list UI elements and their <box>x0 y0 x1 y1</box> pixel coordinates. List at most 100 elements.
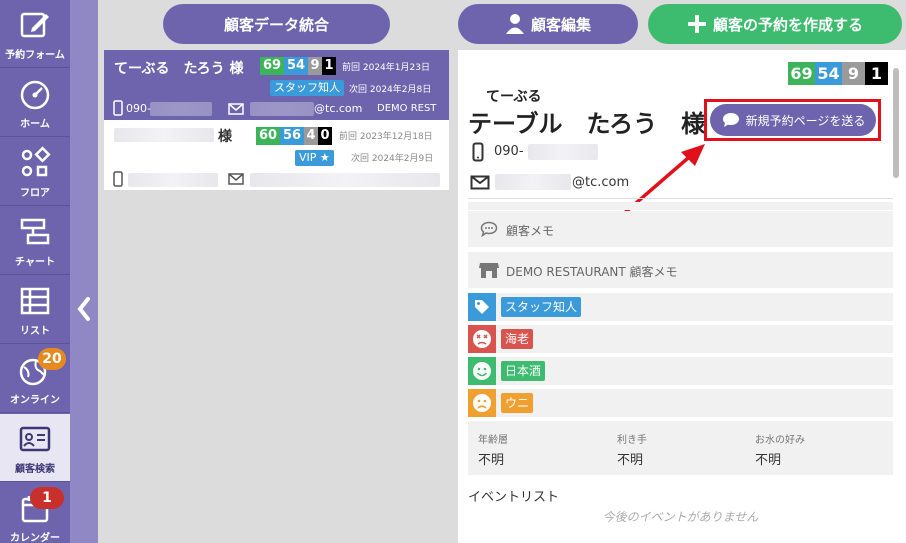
list-item[interactable]: 様 60 56 4 0 前回 2023年12月18日 VIP ★ 次回 2024… <box>104 120 449 190</box>
tag-icon <box>468 293 496 321</box>
send-button-label: 新規予約ページを送る <box>745 113 866 128</box>
stat-visits: 69 <box>260 57 284 75</box>
sidebar-item-floor[interactable]: フロア <box>0 138 70 206</box>
tag-chip-sake[interactable]: 日本酒 <box>501 361 546 381</box>
stat-cancel: 9 <box>842 62 865 85</box>
sidebar-item-label: カレンダー <box>10 533 60 543</box>
customer-list: てーぶる たろう 様 69 54 9 1 前回 2024年1月23日 スタッフ知… <box>104 50 449 190</box>
customer-memo-row[interactable]: 顧客メモ <box>468 211 893 247</box>
detail-scrollbar[interactable] <box>893 68 899 178</box>
customer-name: てーぶる たろう 様 <box>114 61 244 77</box>
smile-face-icon <box>468 357 496 385</box>
create-reservation-button[interactable]: 顧客の予約を作成する <box>648 4 902 44</box>
phone-icon <box>472 142 484 162</box>
age-group-value: 不明 <box>478 453 505 468</box>
list-item[interactable]: てーぶる たろう 様 69 54 9 1 前回 2024年1月23日 スタッフ知… <box>104 50 449 120</box>
divider-band <box>468 202 893 210</box>
email-redacted <box>250 173 440 187</box>
stat-noshow: 0 <box>318 127 332 145</box>
visit-stats: 69 54 9 1 <box>260 57 336 75</box>
restaurant-name: DEMO REST <box>377 103 437 114</box>
sidebar: 予約フォーム ホーム フロア チャート リスト 20 オンライン 顧客検索 1 … <box>0 0 70 543</box>
sidebar-item-label: オンライン <box>10 395 60 406</box>
merge-customer-button[interactable]: 顧客データ統合 <box>163 4 390 44</box>
dashboard-icon <box>20 80 50 110</box>
restaurant-memo-row[interactable]: DEMO RESTAURANT 顧客メモ <box>468 252 893 288</box>
sad-face-icon <box>468 389 496 417</box>
customer-full-name: テーブル たろう 様 <box>468 110 706 138</box>
email-redacted <box>495 174 571 190</box>
sidebar-item-reservation-form[interactable]: 予約フォーム <box>0 0 70 68</box>
stat-cancel: 4 <box>304 127 318 145</box>
tag-chip-uni[interactable]: ウニ <box>501 393 534 413</box>
next-visit: 次回 2024年2月9日 <box>351 154 434 164</box>
sidebar-item-label: フロア <box>20 188 50 199</box>
name-redacted <box>114 128 214 142</box>
sidebar-item-label: リスト <box>20 326 50 337</box>
phone-redacted <box>528 144 598 160</box>
stat-arrived: 56 <box>280 127 304 145</box>
customer-email: @tc.com <box>314 102 363 115</box>
customer-phone: 090- <box>126 102 151 115</box>
store-icon <box>479 263 499 278</box>
customer-memo-label: 顧客メモ <box>506 224 555 238</box>
chart-icon <box>20 218 50 245</box>
water-preference-label: お水の好み <box>755 435 805 446</box>
list-icon <box>20 287 50 315</box>
visit-stats: 60 56 4 0 <box>256 127 332 145</box>
create-reservation-label: 顧客の予約を作成する <box>712 15 863 34</box>
mail-icon <box>228 103 244 115</box>
stat-arrived: 54 <box>815 62 842 85</box>
send-new-reservation-page-button[interactable]: 新規予約ページを送る <box>710 104 876 136</box>
stat-arrived: 54 <box>284 57 308 75</box>
stat-cancel: 9 <box>308 57 322 75</box>
customer-name: 様 <box>218 129 232 145</box>
tag-chip-staff[interactable]: スタッフ知人 <box>501 297 582 317</box>
sidebar-item-online[interactable]: 20 オンライン <box>0 345 70 413</box>
sidebar-item-chart[interactable]: チャート <box>0 207 70 275</box>
dominant-hand-value: 不明 <box>617 453 644 468</box>
customer-attributes: 年齢層 不明 利き手 不明 お水の好み 不明 <box>468 421 893 475</box>
vip-tag: VIP ★ <box>295 150 334 166</box>
water-preference-value: 不明 <box>755 453 782 468</box>
next-visit: 次回 2024年2月8日 <box>349 85 432 95</box>
mail-icon <box>228 173 244 185</box>
sidebar-item-label: チャート <box>15 257 55 268</box>
calendar-badge: 1 <box>30 487 64 509</box>
detail-email: @tc.com <box>572 175 630 190</box>
sidebar-item-customer-search[interactable]: 顧客検索 <box>0 414 70 482</box>
stat-noshow: 1 <box>865 62 888 85</box>
mail-icon <box>470 175 490 190</box>
chat-bubble-icon <box>480 221 498 237</box>
floor-icon <box>21 146 51 177</box>
merge-customer-label: 顧客データ統合 <box>223 15 329 34</box>
chevron-left-icon <box>77 297 90 321</box>
edit-customer-label: 顧客編集 <box>530 15 591 34</box>
staff-tag: スタッフ知人 <box>270 80 344 96</box>
detail-phone: 090- <box>494 144 524 159</box>
phone-redacted <box>150 102 212 116</box>
chat-bubble-icon <box>722 113 739 127</box>
sidebar-collapse-bar[interactable] <box>70 0 98 543</box>
divider <box>468 198 893 199</box>
edit-customer-button[interactable]: 顧客編集 <box>458 4 638 44</box>
customer-furigana: てーぶる <box>486 89 542 105</box>
phone-icon <box>113 100 123 116</box>
event-list-title: イベントリスト <box>468 490 560 505</box>
stat-visits: 60 <box>256 127 280 145</box>
sidebar-item-home[interactable]: ホーム <box>0 69 70 137</box>
dominant-hand-label: 利き手 <box>617 435 647 446</box>
online-badge: 20 <box>38 348 66 370</box>
event-list-empty: 今後のイベントがありません <box>602 510 759 524</box>
prev-visit: 前回 2023年12月18日 <box>339 132 433 142</box>
sidebar-item-list[interactable]: リスト <box>0 276 70 344</box>
sidebar-item-calendar[interactable]: 1 カレンダー <box>0 483 70 543</box>
tag-chip-shrimp[interactable]: 海老 <box>501 329 534 349</box>
sidebar-item-label: 予約フォーム <box>5 50 65 61</box>
sidebar-item-label: 顧客検索 <box>15 464 55 475</box>
edit-icon <box>20 12 49 38</box>
user-icon <box>505 14 524 34</box>
dislike-face-icon <box>468 325 496 353</box>
stat-visits: 69 <box>788 62 815 85</box>
restaurant-memo-label: DEMO RESTAURANT 顧客メモ <box>506 265 678 279</box>
